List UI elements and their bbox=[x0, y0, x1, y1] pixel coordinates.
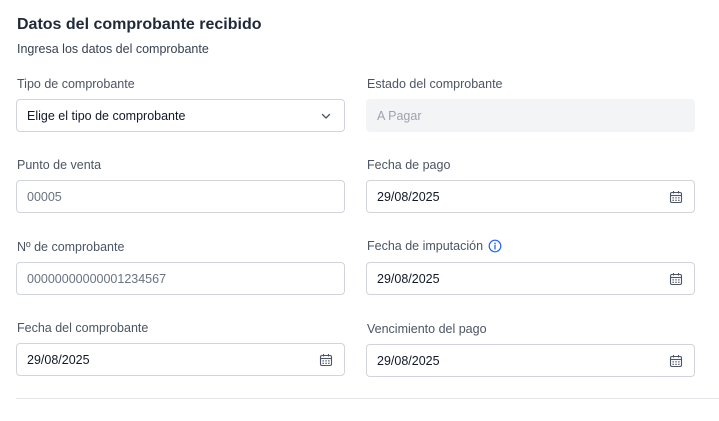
fecha-pago-value: 29/08/2025 bbox=[377, 189, 440, 204]
estado-comprobante-field: A Pagar bbox=[366, 99, 695, 132]
estado-comprobante-value: A Pagar bbox=[377, 108, 422, 123]
tipo-comprobante-select[interactable]: Elige el tipo de comprobante bbox=[16, 99, 345, 132]
page-subtitle: Ingresa los datos del comprobante bbox=[17, 42, 209, 56]
nro-comprobante-label: Nº de comprobante bbox=[17, 240, 125, 254]
vencimiento-pago-label: Vencimiento del pago bbox=[367, 322, 487, 336]
vencimiento-pago-value: 29/08/2025 bbox=[377, 353, 440, 368]
tipo-comprobante-value: Elige el tipo de comprobante bbox=[27, 108, 186, 123]
section-divider bbox=[16, 398, 719, 399]
calendar-icon[interactable] bbox=[669, 190, 683, 204]
fecha-comprobante-label: Fecha del comprobante bbox=[17, 321, 149, 335]
calendar-icon[interactable] bbox=[669, 272, 683, 286]
fecha-comprobante-value: 29/08/2025 bbox=[27, 352, 90, 367]
calendar-icon[interactable] bbox=[319, 353, 333, 367]
calendar-icon[interactable] bbox=[669, 354, 683, 368]
fecha-imputacion-label: Fecha de imputación bbox=[367, 239, 502, 253]
fecha-comprobante-input[interactable]: 29/08/2025 bbox=[16, 343, 345, 376]
info-icon[interactable] bbox=[488, 239, 502, 253]
chevron-down-icon bbox=[319, 109, 333, 123]
fecha-imputacion-input[interactable]: 29/08/2025 bbox=[366, 262, 695, 295]
vencimiento-pago-input[interactable]: 29/08/2025 bbox=[366, 344, 695, 377]
fecha-pago-input[interactable]: 29/08/2025 bbox=[366, 180, 695, 213]
tipo-comprobante-label: Tipo de comprobante bbox=[17, 77, 135, 91]
nro-comprobante-value: 00000000000001234567 bbox=[27, 271, 167, 286]
estado-comprobante-label: Estado del comprobante bbox=[367, 77, 503, 91]
page-title: Datos del comprobante recibido bbox=[17, 16, 262, 33]
nro-comprobante-input[interactable]: 00000000000001234567 bbox=[16, 262, 345, 295]
punto-venta-value: 00005 bbox=[27, 189, 62, 204]
fecha-imputacion-value: 29/08/2025 bbox=[377, 271, 440, 286]
punto-venta-input[interactable]: 00005 bbox=[16, 180, 345, 213]
fecha-pago-label: Fecha de pago bbox=[367, 158, 451, 172]
punto-venta-label: Punto de venta bbox=[17, 158, 102, 172]
